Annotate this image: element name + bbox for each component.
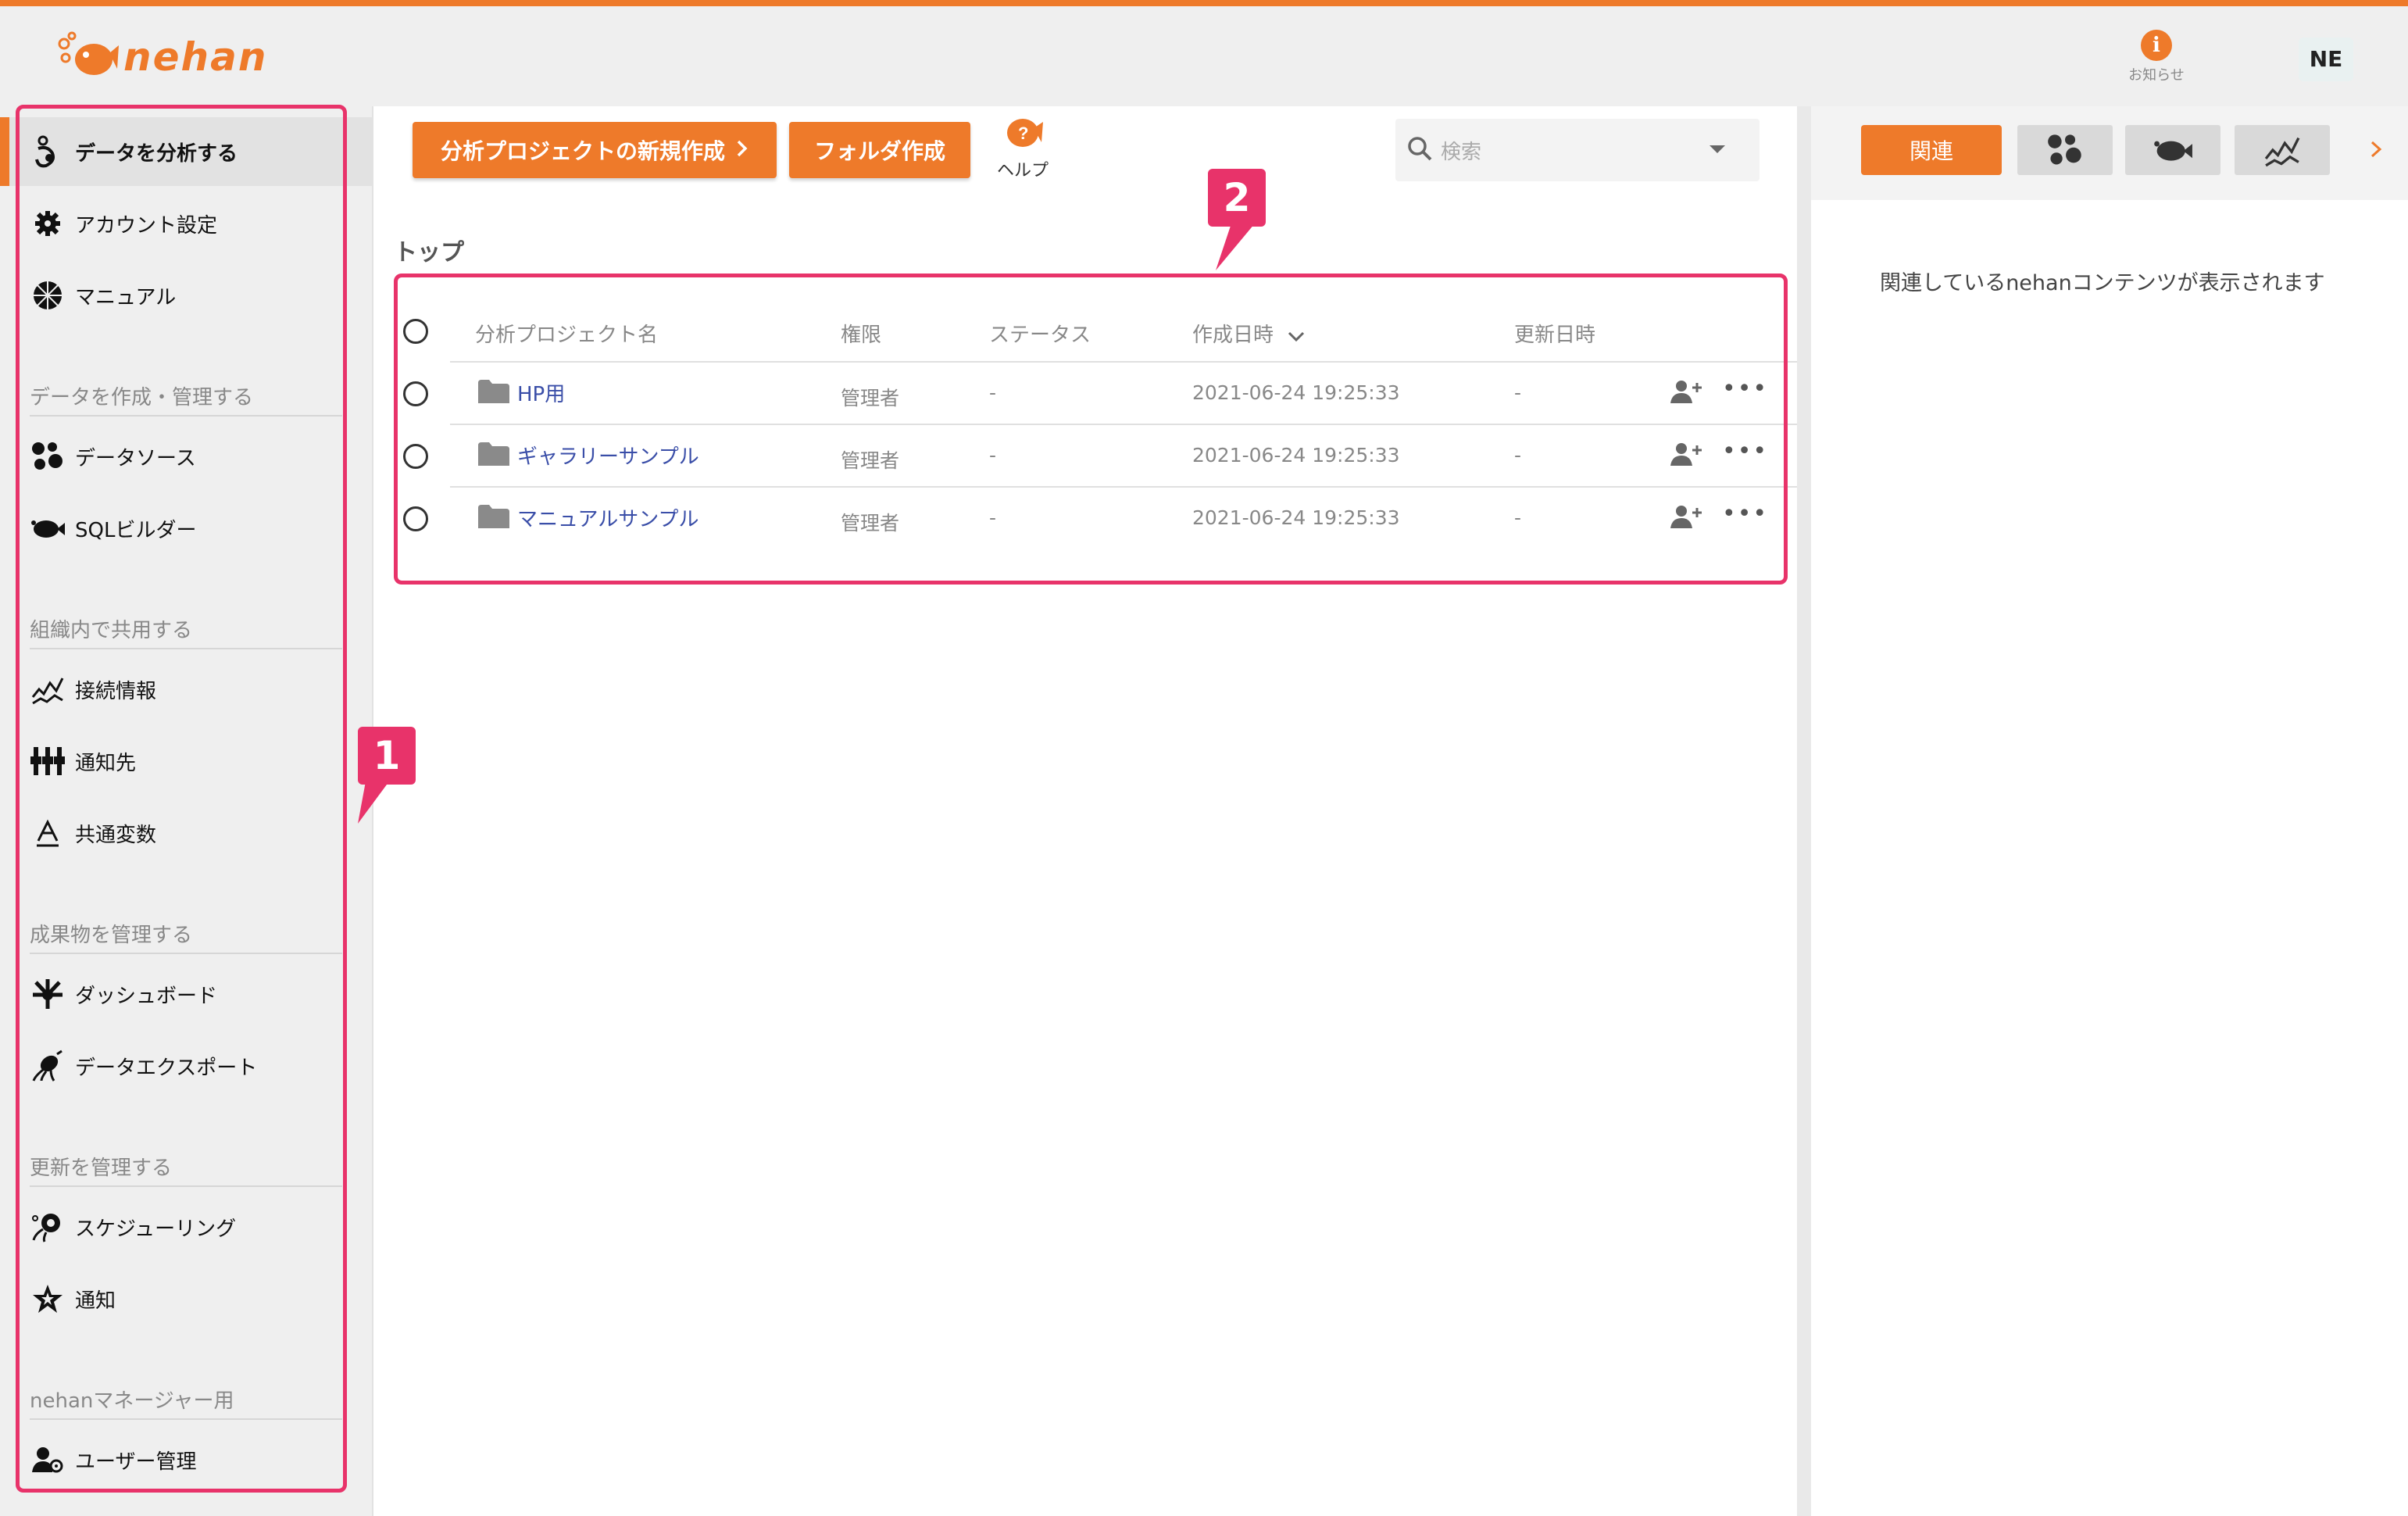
annotation-box-table [394,274,1788,585]
help-label: ヘルプ [996,161,1049,181]
connection-icon [2264,137,2300,167]
new-project-button[interactable]: 分析プロジェクトの新規作成 [413,122,777,178]
annotation-label: 1 [358,727,416,785]
chevron-down-icon[interactable] [1710,145,1725,153]
tab-datasource[interactable] [2017,125,2113,175]
nehan-logo[interactable]: nehan [56,30,267,84]
logo-text: nehan [123,34,268,80]
app-header: nehan i お知らせ NE [0,6,2408,106]
new-folder-button[interactable]: フォルダ作成 [789,122,970,178]
svg-text:?: ? [1018,123,1028,143]
help-icon: ? [991,114,1055,156]
search-icon [1406,135,1433,165]
chevron-right-icon[interactable] [2369,138,2385,164]
breadcrumb[interactable]: トップ [394,233,464,267]
new-folder-label: フォルダ作成 [813,138,945,164]
search-input[interactable]: 検索 [1441,136,1481,165]
related-panel [1811,106,2408,1516]
annotation-label: 2 [1208,169,1266,227]
new-project-label: 分析プロジェクトの新規作成 [440,138,725,164]
datasource-icon [2048,134,2081,165]
info-icon: i [2141,30,2172,61]
search-box[interactable]: 検索 [1395,119,1760,181]
panel-divider[interactable] [1797,106,1811,1516]
top-accent-bar [0,0,2408,6]
sql-builder-icon [2154,141,2192,161]
annotation-box-sidebar [16,105,347,1493]
chevron-right-icon [736,138,748,163]
related-empty-message: 関連しているnehanコンテンツが表示されます [1880,271,2325,295]
tab-connection[interactable] [2235,125,2330,175]
logo-mark-icon [56,30,119,84]
notice-button[interactable]: i お知らせ [2125,30,2188,84]
notice-label: お知らせ [2128,67,2185,84]
related-tab[interactable]: 関連 [1861,125,2002,175]
help-button[interactable]: ? ヘルプ [991,114,1055,181]
tab-sql-builder[interactable] [2125,125,2220,175]
avatar[interactable]: NE [2299,38,2353,81]
related-tab-label: 関連 [1909,138,1953,164]
